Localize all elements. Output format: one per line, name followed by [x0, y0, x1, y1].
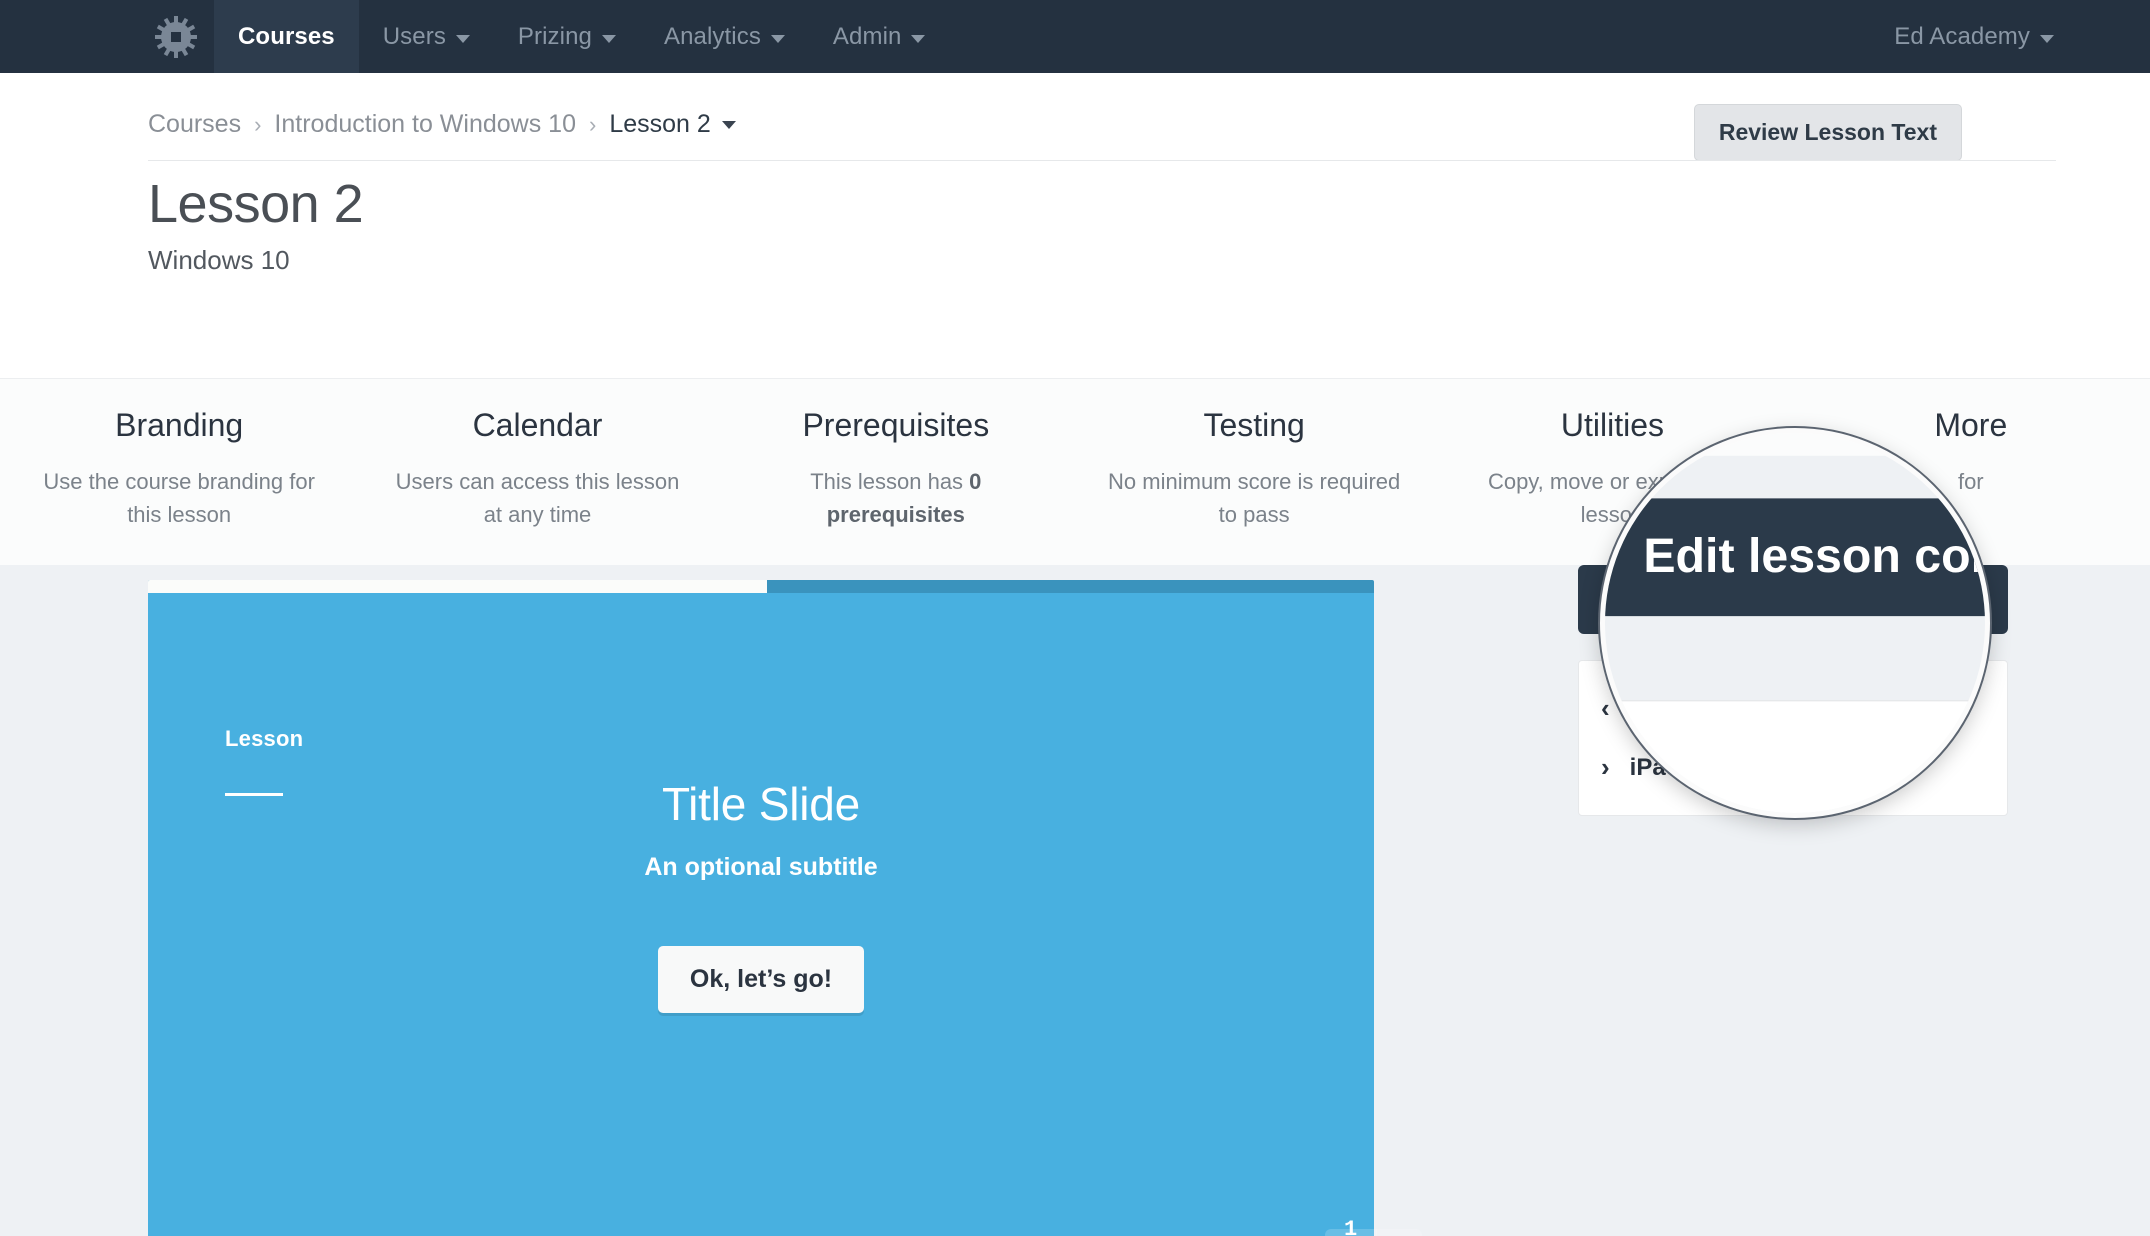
nav-item-label: Prizing [517, 22, 592, 50]
nav-item-label: Users [382, 22, 446, 50]
breadcrumb: Courses › Introduction to Windows 10 › L… [148, 98, 736, 139]
page-title: Lesson 2 [148, 174, 364, 234]
nav-item-admin[interactable]: Admin [809, 0, 950, 73]
magnified-device-card: ‹ › iPad Landscape 1 [1605, 699, 1985, 813]
gear-icon [155, 15, 197, 58]
breadcrumb-item-course[interactable]: Introduction to Windows 10 [274, 110, 576, 139]
tab-description-pre: This lesson has [810, 469, 970, 494]
nav-item-courses[interactable]: Courses [214, 0, 359, 73]
review-lesson-text-button[interactable]: Review Lesson Text [1693, 104, 1962, 161]
chevron-down-icon [601, 34, 616, 43]
slide-preview: Lesson Title Slide An optional subtitle … [148, 565, 1423, 1236]
brand-logo[interactable] [148, 0, 204, 73]
breadcrumb-item-courses[interactable]: Courses [148, 110, 241, 139]
breadcrumb-item-lesson[interactable]: Lesson 2 [609, 110, 736, 139]
magnifier-bg-top [1605, 433, 1985, 456]
magnifier-content: Edit lesson content ‹ › iPad Landscape 1 [1605, 433, 1985, 813]
nav-item-users[interactable]: Users [359, 0, 494, 73]
tab-prerequisites[interactable]: Prerequisites This lesson has 0 prerequi… [717, 379, 1075, 565]
slide-counter[interactable]: 1 / 2 [1325, 1217, 1378, 1236]
tab-title: Prerequisites [802, 407, 990, 443]
slide-cta-button[interactable]: Ok, let’s go! [657, 945, 865, 1013]
tab-description: No minimum score is required to pass [1108, 469, 1401, 527]
navbar-left-group: Courses Users Prizing Analytics Admin [148, 0, 949, 73]
slide-content: Title Slide An optional subtitle Ok, let… [148, 593, 1374, 1236]
nav-item-label: Admin [832, 22, 902, 50]
tab-title: Calendar [472, 407, 603, 443]
page-subtitle: Windows 10 [148, 245, 290, 275]
magnified-edit-lesson-content-label: Edit lesson content [1643, 529, 1985, 584]
header-divider [148, 160, 2056, 161]
nav-item-label: Analytics [663, 22, 761, 50]
chevron-down-icon [911, 34, 926, 43]
nav-item-analytics[interactable]: Analytics [640, 0, 809, 73]
nav-item-prizing[interactable]: Prizing [494, 0, 640, 73]
tab-description: Users can access this lesson at any time [395, 469, 680, 527]
tab-title: Branding [115, 407, 244, 443]
slide-title: Title Slide [661, 777, 861, 830]
page-header: Courses › Introduction to Windows 10 › L… [0, 73, 2150, 433]
slide-subtitle: An optional subtitle [644, 852, 878, 881]
chevron-down-icon [721, 121, 736, 129]
tab-title: Testing [1203, 407, 1305, 443]
chevron-down-icon [2040, 34, 2054, 43]
navbar-right-group: Ed Academy [1894, 0, 2150, 73]
tab-calendar[interactable]: Calendar Users can access this lesson at… [358, 379, 716, 565]
breadcrumb-separator: › [254, 112, 262, 137]
tab-description: This lesson has 0 prerequisites [717, 466, 1075, 531]
lesson-progress-bar[interactable] [148, 580, 1374, 593]
slide-toolbar: 1 / 2 [1325, 1217, 1423, 1236]
breadcrumb-item-lesson-label: Lesson 2 [609, 110, 711, 138]
lesson-progress-fill [148, 580, 767, 593]
tab-description: Use the course branding for this lesson [43, 469, 315, 527]
nav-item-label: Courses [238, 22, 335, 50]
page-root: Courses Users Prizing Analytics Admin Ed… [0, 0, 2150, 1236]
tab-testing[interactable]: Testing No minimum score is required to … [1075, 379, 1433, 565]
account-menu[interactable]: Ed Academy [1894, 23, 2054, 51]
top-navbar: Courses Users Prizing Analytics Admin Ed… [0, 0, 2150, 73]
tab-branding[interactable]: Branding Use the course branding for thi… [0, 379, 358, 565]
account-label: Ed Academy [1894, 22, 2030, 50]
slide-canvas[interactable]: Lesson Title Slide An optional subtitle … [148, 593, 1374, 1236]
breadcrumb-separator: › [588, 112, 597, 137]
chevron-down-icon [455, 34, 470, 43]
chevron-down-icon [770, 34, 785, 43]
magnifier-lens: Edit lesson content ‹ › iPad Landscape 1 [1600, 428, 1990, 818]
magnified-edit-lesson-content-button[interactable]: Edit lesson content [1605, 498, 1985, 617]
vertical-dots-icon[interactable] [1377, 1229, 1422, 1236]
